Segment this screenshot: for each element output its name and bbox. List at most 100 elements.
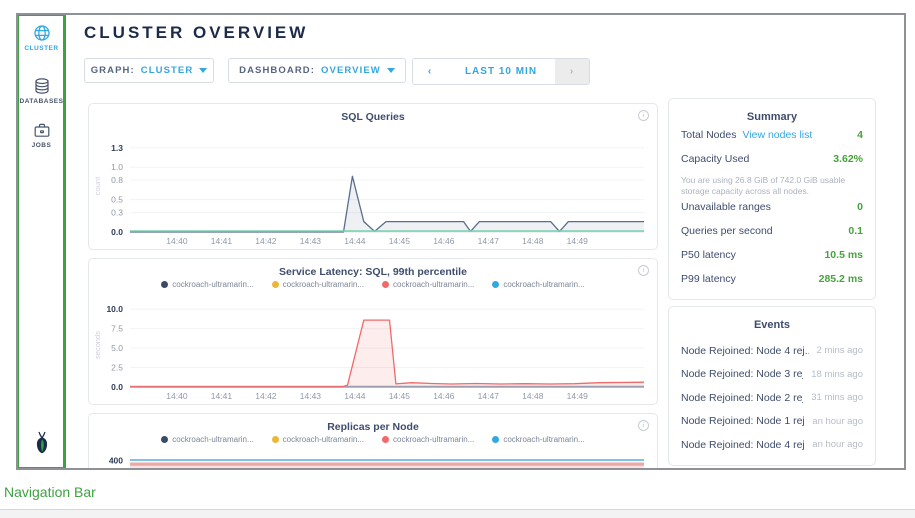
time-range-prev-button[interactable]: ‹ <box>413 59 447 84</box>
globe-icon <box>32 23 52 43</box>
legend-label: cockroach-ultramarin... <box>503 280 584 289</box>
chart-card-replicas-per-node: Replicas per Node i cockroach-ultramarin… <box>88 413 658 470</box>
info-icon[interactable]: i <box>638 420 649 431</box>
view-nodes-list-link[interactable]: View nodes list <box>742 129 812 141</box>
svg-text:14:46: 14:46 <box>433 236 455 246</box>
events-panel: Events Node Rejoined: Node 4 rej... 2 mi… <box>668 306 876 466</box>
chart-legend: cockroach-ultramarin... cockroach-ultrama… <box>89 435 657 444</box>
svg-text:14:47: 14:47 <box>478 236 500 246</box>
svg-text:0.8: 0.8 <box>111 175 123 185</box>
event-row: Node Rejoined: Node 3 rej... 18 mins ago <box>681 363 863 387</box>
briefcase-icon <box>32 120 52 140</box>
legend-item[interactable]: cockroach-ultramarin... <box>272 280 364 289</box>
summary-panel: Summary Total Nodes View nodes list 4 Ca… <box>668 98 876 300</box>
legend-item[interactable]: cockroach-ultramarin... <box>161 280 253 289</box>
svg-text:14:45: 14:45 <box>389 391 411 401</box>
svg-text:14:49: 14:49 <box>567 236 589 246</box>
summary-value: 10.5 ms <box>824 249 863 261</box>
service-latency-chart[interactable]: 0.02.55.07.510.014:4014:4114:4214:4314:4… <box>90 295 656 403</box>
summary-label: P99 latency <box>681 273 736 285</box>
sidebar-item-jobs[interactable]: JOBS <box>18 120 65 149</box>
sidebar-item-label: JOBS <box>18 142 65 149</box>
dashboard-dropdown[interactable]: DASHBOARD: OVERVIEW <box>228 58 406 83</box>
legend-dot-icon <box>272 281 279 288</box>
summary-value: 4 <box>857 129 863 141</box>
svg-text:14:48: 14:48 <box>522 236 544 246</box>
legend-item[interactable]: cockroach-ultramarin... <box>161 435 253 444</box>
time-range-selector: ‹ LAST 10 MIN › <box>412 58 590 85</box>
chart-card-service-latency: Service Latency: SQL, 99th percentile i … <box>88 258 658 405</box>
legend-item[interactable]: cockroach-ultramarin... <box>382 435 474 444</box>
legend-label: cockroach-ultramarin... <box>503 435 584 444</box>
legend-label: cockroach-ultramarin... <box>283 435 364 444</box>
chart-legend: cockroach-ultramarin... cockroach-ultrama… <box>89 280 657 289</box>
svg-text:14:43: 14:43 <box>300 236 322 246</box>
sidebar-item-label: DATABASES <box>18 98 65 105</box>
app-window: CLUSTER DATABASES JOBS <box>16 13 906 470</box>
events-rows: Node Rejoined: Node 4 rej... 2 mins ago … <box>669 331 875 457</box>
event-time: an hour ago <box>804 416 863 427</box>
event-row: Node Rejoined: Node 4 rej... 2 mins ago <box>681 339 863 363</box>
summary-rows: Total Nodes View nodes list 4 Capacity U… <box>669 123 875 297</box>
replicas-per-node-chart[interactable]: 40014:4014:4114:4214:4314:4414:4514:4614… <box>90 450 656 470</box>
svg-text:5.0: 5.0 <box>111 343 123 353</box>
svg-text:14:43: 14:43 <box>300 391 322 401</box>
svg-text:14:46: 14:46 <box>433 391 455 401</box>
svg-text:0.0: 0.0 <box>111 382 123 392</box>
summary-label: Total Nodes <box>681 129 736 141</box>
chevron-down-icon <box>199 68 207 73</box>
chart-title: Service Latency: SQL, 99th percentile <box>89 266 657 278</box>
sql-queries-chart[interactable]: 0.00.30.50.81.01.314:4014:4114:4214:4314… <box>90 130 656 248</box>
svg-text:14:44: 14:44 <box>344 236 366 246</box>
event-text: Node Rejoined: Node 4 rej... <box>681 345 809 357</box>
summary-capacity-description: You are using 26.8 GiB of 742.0 GiB usab… <box>681 175 863 197</box>
summary-value: 285.2 ms <box>819 273 863 285</box>
event-row: Node Rejoined: Node 1 rej... an hour ago <box>681 410 863 434</box>
svg-text:0.3: 0.3 <box>111 208 123 218</box>
legend-dot-icon <box>492 281 499 288</box>
svg-text:1.0: 1.0 <box>111 162 123 172</box>
legend-label: cockroach-ultramarin... <box>172 280 253 289</box>
info-icon[interactable]: i <box>638 265 649 276</box>
dashboard-dropdown-value: OVERVIEW <box>321 65 381 76</box>
event-time: an hour ago <box>804 439 863 450</box>
legend-item[interactable]: cockroach-ultramarin... <box>382 280 474 289</box>
legend-item[interactable]: cockroach-ultramarin... <box>492 280 584 289</box>
info-icon[interactable]: i <box>638 110 649 121</box>
sidebar-item-databases[interactable]: DATABASES <box>18 76 65 105</box>
summary-label: Capacity Used <box>681 153 749 165</box>
chevron-down-icon <box>387 68 395 73</box>
summary-value: 0 <box>857 201 863 213</box>
summary-row-unavailable-ranges: Unavailable ranges 0 <box>681 201 863 225</box>
svg-text:14:47: 14:47 <box>478 391 500 401</box>
legend-item[interactable]: cockroach-ultramarin... <box>492 435 584 444</box>
svg-text:400: 400 <box>109 455 123 465</box>
graph-dropdown[interactable]: GRAPH: CLUSTER <box>84 58 214 83</box>
cockroachdb-logo-icon[interactable] <box>18 430 65 461</box>
svg-text:14:40: 14:40 <box>166 236 188 246</box>
legend-dot-icon <box>382 436 389 443</box>
time-range-next-button[interactable]: › <box>555 59 589 84</box>
legend-label: cockroach-ultramarin... <box>172 435 253 444</box>
legend-dot-icon <box>272 436 279 443</box>
databases-icon <box>32 76 52 96</box>
navigation-bar: CLUSTER DATABASES JOBS <box>18 15 66 468</box>
svg-text:14:41: 14:41 <box>211 236 233 246</box>
summary-title: Summary <box>669 99 875 123</box>
legend-dot-icon <box>492 436 499 443</box>
summary-row-qps: Queries per second 0.1 <box>681 225 863 249</box>
legend-label: cockroach-ultramarin... <box>393 280 474 289</box>
legend-item[interactable]: cockroach-ultramarin... <box>272 435 364 444</box>
chart-title: Replicas per Node <box>89 421 657 433</box>
legend-dot-icon <box>382 281 389 288</box>
event-row: Node Rejoined: Node 2 rej... 31 mins ago <box>681 386 863 410</box>
summary-label: Queries per second <box>681 225 773 237</box>
time-range-display[interactable]: LAST 10 MIN <box>447 59 555 84</box>
svg-text:7.5: 7.5 <box>111 324 123 334</box>
dashboard-dropdown-label: DASHBOARD: <box>239 65 315 76</box>
summary-row-p99: P99 latency 285.2 ms <box>681 273 863 297</box>
event-time: 2 mins ago <box>809 345 863 356</box>
event-text: Node Rejoined: Node 3 rej... <box>681 368 803 380</box>
sidebar-item-cluster[interactable]: CLUSTER <box>18 23 65 52</box>
event-time: 18 mins ago <box>803 369 863 380</box>
